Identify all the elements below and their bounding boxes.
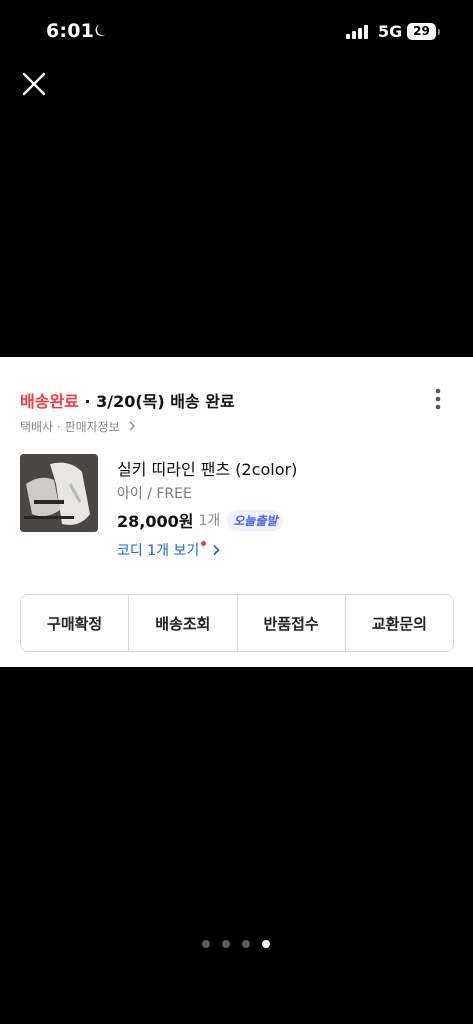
view-coordi-label: 코디 1개 보기 [117, 543, 200, 559]
status-bar: 6:01 5G 29 [0, 0, 473, 62]
price-row: 28,000원 1개 오늘출발 [117, 508, 284, 532]
battery-tip [438, 29, 440, 35]
same-day-shipping-badge: 오늘출발 [227, 509, 284, 531]
page-dot[interactable] [262, 939, 270, 948]
battery-level: 29 [407, 23, 436, 40]
battery-icon: 29 [407, 23, 440, 40]
signal-bars-icon [346, 25, 368, 39]
courier-seller-info-label: 택배사 · 판매자정보 [20, 420, 120, 434]
courier-seller-info-link[interactable]: 택배사 · 판매자정보 [20, 418, 136, 435]
chevron-right-icon [129, 421, 135, 431]
status-time: 6:01 [46, 20, 95, 42]
page-dot[interactable] [222, 939, 230, 948]
page-indicator [202, 939, 274, 948]
delivery-status-label: 배송완료 [20, 392, 79, 411]
track-delivery-button[interactable]: 배송조회 [129, 595, 238, 651]
moon-icon [95, 24, 106, 37]
new-indicator-dot [201, 540, 207, 546]
page-dot[interactable] [242, 939, 250, 948]
product-thumbnail[interactable] [20, 454, 98, 532]
chevron-right-icon [213, 544, 220, 556]
product-quantity: 1개 [198, 513, 221, 529]
confirm-purchase-button[interactable]: 구매확정 [21, 595, 130, 651]
product-price: 28,000원 [117, 512, 194, 531]
page-dot[interactable] [202, 939, 210, 948]
return-request-button[interactable]: 반품접수 [237, 595, 346, 651]
more-options-icon[interactable] [428, 387, 448, 411]
order-action-bar: 구매확정 배송조회 반품접수 교환문의 [20, 594, 454, 652]
order-card: 배송완료 · 3/20(목) 배송 완료 택배사 · 판매자정보 실키 띠라인 … [0, 357, 473, 667]
close-icon[interactable] [18, 68, 50, 100]
product-option: 아이 / FREE [117, 486, 192, 502]
delivery-date-text: · 3/20(목) 배송 완료 [78, 392, 235, 411]
network-label: 5G [378, 22, 403, 41]
exchange-inquiry-button[interactable]: 교환문의 [345, 595, 453, 651]
order-status-header: 배송완료 · 3/20(목) 배송 완료 [20, 388, 235, 412]
product-name[interactable]: 실키 띠라인 팬츠 (2color) [117, 456, 297, 480]
view-coordi-link[interactable]: 코디 1개 보기 [117, 540, 220, 560]
product-photo [20, 454, 98, 532]
